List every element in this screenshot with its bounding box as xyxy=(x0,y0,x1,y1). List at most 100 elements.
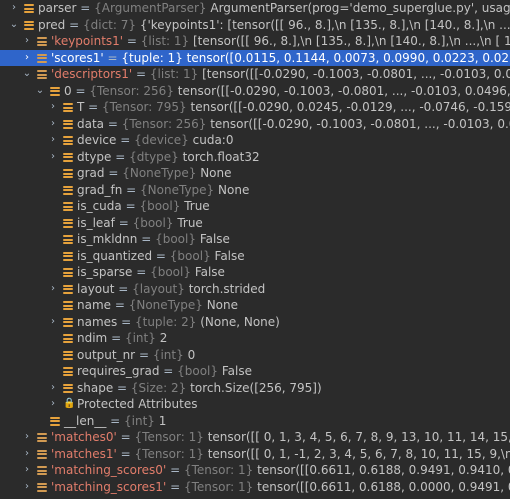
chevron-right-icon[interactable]: › xyxy=(47,281,59,298)
variable-icon xyxy=(50,86,60,96)
variable-name: 'descriptors1' xyxy=(51,67,133,81)
chevron-right-icon[interactable]: › xyxy=(47,99,59,116)
variable-icon xyxy=(63,136,73,145)
tree-row[interactable]: grad_fn = {NoneType} None xyxy=(0,182,510,199)
tree-row[interactable]: › names = {tuple: 2} (None, None) xyxy=(0,314,510,331)
tree-row[interactable]: ›'matching_scores0' = {Tensor: 1} tensor… xyxy=(0,462,510,479)
variable-type: {layout} xyxy=(132,281,185,296)
tree-row[interactable]: › T = {Tensor: 795} tensor([[-0.0290, 0.0… xyxy=(0,99,510,116)
variable-name: 'scores1' xyxy=(51,50,104,65)
variable-type: {ArgumentParser} xyxy=(94,1,207,15)
variable-value: torch.float32 xyxy=(182,149,260,164)
tree-row[interactable]: › data = {Tensor: 256} tensor([[-0.0290, … xyxy=(0,116,510,133)
chevron-down-icon[interactable]: ⌄ xyxy=(21,66,33,83)
tree-row[interactable]: › parser = {ArgumentParser} ArgumentParse… xyxy=(0,0,510,17)
tree-row[interactable]: ndim = {int} 2 xyxy=(0,330,510,347)
variable-value: 2 xyxy=(159,331,168,345)
variable-value: {'keypoints1': [tensor([[ 96., 8.],\n [1… xyxy=(139,17,510,32)
variable-name: 'matching_scores0' xyxy=(51,463,167,477)
tree-row[interactable]: › shape = {Size: 2} torch.Size([256, 795]… xyxy=(0,380,510,397)
chevron-right-icon[interactable]: › xyxy=(47,149,59,166)
variable-value: False xyxy=(199,232,230,246)
tree-row[interactable]: __len__ = {int} 1 xyxy=(0,413,510,430)
variable-icon xyxy=(37,433,47,442)
variable-value: tensor([[ 0, 1, -1, 2, 3, 4, 5, 6, 7, 8,… xyxy=(207,446,510,461)
variable-icon xyxy=(63,235,73,244)
variable-type: {int} xyxy=(124,331,156,345)
tree-row[interactable]: is_leaf = {bool} True xyxy=(0,215,510,232)
chevron-down-icon[interactable]: ⌄ xyxy=(34,83,46,100)
variable-name: ndim xyxy=(77,331,108,345)
tree-row[interactable]: is_quantized = {bool} False xyxy=(0,248,510,265)
tree-row[interactable]: › device = {device} cuda:0 xyxy=(0,132,510,149)
variable-icon xyxy=(37,466,47,475)
variable-type: {NoneType} xyxy=(140,182,215,197)
tree-row[interactable]: ›'matches0' = {Tensor: 1} tensor([[ 0, 1… xyxy=(0,429,510,446)
variable-name: is_mkldnn xyxy=(77,232,138,246)
tree-row[interactable]: ›'matches1' = {Tensor: 1} tensor([[ 0, 1… xyxy=(0,446,510,463)
variable-name: 'matches1' xyxy=(51,446,117,461)
chevron-down-icon[interactable]: ⌄ xyxy=(8,17,20,34)
variable-name: 'matching_scores1' xyxy=(51,479,167,494)
tree-row[interactable]: › dtype = {dtype} torch.float32 xyxy=(0,149,510,166)
variable-name: is_cuda xyxy=(77,199,122,213)
tree-row[interactable]: ›'scores1' = {tuple: 1} tensor([0.0115, … xyxy=(0,49,510,67)
variable-type: {bool} xyxy=(169,248,211,263)
variable-type: {bool} xyxy=(139,199,181,213)
variable-value: True xyxy=(184,199,210,213)
chevron-right-icon[interactable]: › xyxy=(47,396,59,413)
chevron-right-icon[interactable]: › xyxy=(47,116,59,133)
variable-value: None xyxy=(200,166,232,180)
variable-icon xyxy=(24,20,34,30)
variable-type: {tuple: 1} xyxy=(121,50,183,65)
variable-icon xyxy=(37,37,47,46)
lock-icon: 🔒 xyxy=(63,398,76,409)
chevron-right-icon[interactable]: › xyxy=(21,429,33,446)
tree-row[interactable]: ⌄'descriptors1' = {list: 1} [tensor([[-0… xyxy=(0,66,510,83)
tree-row[interactable]: output_nr = {int} 0 xyxy=(0,347,510,364)
variable-type: {Tensor: 1} xyxy=(134,430,204,444)
variable-type: {NoneType} xyxy=(128,298,203,312)
chevron-right-icon[interactable]: › xyxy=(8,0,20,17)
tree-row[interactable]: requires_grad = {bool} False xyxy=(0,363,510,380)
chevron-right-icon[interactable]: › xyxy=(21,462,33,479)
chevron-right-icon[interactable]: › xyxy=(21,479,33,496)
tree-row[interactable]: › layout = {layout} torch.strided xyxy=(0,281,510,298)
variable-value: tensor([0.0115, 0.1144, 0.0073, 0.0990, … xyxy=(186,50,510,65)
chevron-right-icon[interactable]: › xyxy=(47,314,59,331)
variable-type: {list: 1} xyxy=(140,34,190,48)
variable-icon xyxy=(63,268,73,277)
tree-row[interactable]: grad = {NoneType} None xyxy=(0,165,510,182)
variable-type: {dict: 7} xyxy=(82,17,136,32)
variable-name: name xyxy=(77,298,112,312)
variable-name: output_nr xyxy=(77,347,136,362)
chevron-right-icon[interactable]: › xyxy=(21,446,33,463)
variable-icon xyxy=(37,70,47,79)
tree-row[interactable]: is_mkldnn = {bool} False xyxy=(0,231,510,248)
variable-name: device xyxy=(77,133,117,147)
tree-row[interactable]: is_sparse = {bool} False xyxy=(0,264,510,281)
variable-name: shape xyxy=(77,380,114,395)
chevron-right-icon[interactable]: › xyxy=(47,380,59,397)
chevron-right-icon[interactable]: › xyxy=(21,50,33,67)
variable-icon xyxy=(24,4,34,13)
tree-row[interactable]: ⌄ 0 = {Tensor: 256} tensor([[-0.0290, -0.… xyxy=(0,83,510,100)
tree-row[interactable]: ›'keypoints1' = {list: 1} [tensor([[ 96.… xyxy=(0,33,510,50)
variable-name: is_quantized xyxy=(77,248,153,263)
variable-name: layout xyxy=(77,281,115,296)
variable-icon xyxy=(63,152,73,162)
tree-row[interactable]: name = {NoneType} None xyxy=(0,297,510,314)
variable-icon xyxy=(63,202,73,211)
variable-name: is_leaf xyxy=(77,215,115,230)
tree-row[interactable]: › 🔒 Protected Attributes xyxy=(0,396,510,413)
tree-row[interactable]: ⌄ pred = {dict: 7} {'keypoints1': [tensor… xyxy=(0,17,510,34)
chevron-right-icon[interactable]: › xyxy=(21,33,33,50)
variable-icon xyxy=(37,53,47,63)
tree-row[interactable]: ›'matching_scores1' = {Tensor: 1} tensor… xyxy=(0,479,510,496)
tree-row[interactable]: is_cuda = {bool} True xyxy=(0,198,510,215)
variable-value: tensor([[ 0, 1, 3, 4, 5, 6, 7, 8, 9, 13,… xyxy=(207,430,510,444)
variable-icon xyxy=(63,169,73,178)
chevron-right-icon[interactable]: › xyxy=(47,132,59,149)
variable-name: 'keypoints1' xyxy=(51,34,124,48)
variable-icon xyxy=(37,449,47,459)
